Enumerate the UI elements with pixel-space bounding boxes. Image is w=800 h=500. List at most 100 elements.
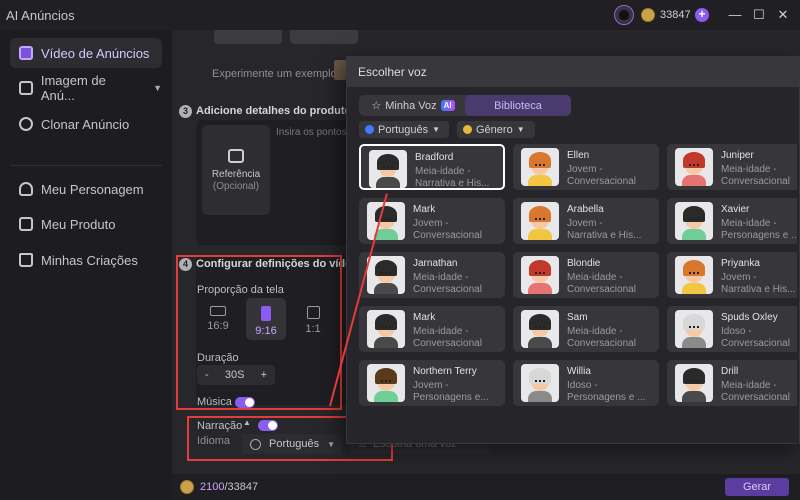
voice-card[interactable]: Juniper Meia-idade - Conversacional [667, 144, 800, 190]
credit-used: 2100 [200, 481, 225, 493]
chevron-down-icon: ▼ [432, 125, 441, 134]
tab-my-voice[interactable]: ☆ Minha Voz AI [363, 95, 463, 116]
caret-down-icon: ▼ [153, 83, 162, 93]
voice-meta: Jovem - Narrativa e His... [721, 272, 796, 295]
voice-avatar [675, 256, 713, 294]
example-thumb-small[interactable] [334, 60, 346, 80]
add-credits-button[interactable]: + [695, 8, 709, 22]
globe-icon [365, 125, 374, 134]
voice-name: Mark [413, 204, 436, 215]
voice-meta: Meia-idade - Narrativa e His... [415, 166, 490, 189]
example-thumbnail[interactable] [290, 30, 358, 44]
maximize-icon[interactable]: ☐ [750, 6, 768, 24]
user-avatar[interactable] [614, 5, 634, 25]
coin-icon [180, 480, 194, 494]
voice-name: Sam [567, 312, 588, 323]
add-video-icon [228, 149, 244, 163]
voice-card[interactable]: Willia Idoso - Personagens e ... [513, 360, 659, 406]
bottom-bar [172, 474, 800, 500]
folder-icon [19, 253, 33, 267]
reference-upload[interactable]: Referência (Opcional) [202, 125, 270, 215]
sidebar-item-label: Clonar Anúncio [41, 116, 130, 132]
voice-card[interactable]: Bradford Meia-idade - Narrativa e His... [359, 144, 505, 190]
voice-name: Northern Terry [413, 366, 477, 377]
sidebar: Vídeo de Anúncios Imagem de Anú... ▼ Clo… [0, 30, 172, 500]
sidebar-item-my-creations[interactable]: Minhas Criações [10, 245, 162, 275]
voice-name: Ellen [567, 150, 590, 161]
voice-card[interactable]: Northern Terry Jovem - Personagens e... [359, 360, 505, 406]
close-icon[interactable]: ✕ [774, 6, 792, 24]
sidebar-item-clone-ad[interactable]: Clonar Anúncio [10, 109, 162, 139]
sidebar-item-label: Meu Personagem [41, 181, 144, 197]
voice-name: Jarnathan [413, 258, 458, 269]
sidebar-divider [10, 165, 162, 166]
voice-avatar [675, 310, 713, 348]
voice-meta: Meia-idade - Conversacional [567, 326, 636, 349]
sidebar-item-my-character[interactable]: Meu Personagem [10, 174, 162, 204]
voice-meta: Jovem - Personagens e... [413, 380, 489, 403]
voice-card[interactable]: Blondie Meia-idade - Conversacional [513, 252, 659, 298]
voice-avatar [369, 150, 407, 188]
voice-name: Mark [413, 312, 436, 323]
voice-card[interactable]: Sam Meia-idade - Conversacional [513, 306, 659, 352]
voice-card[interactable]: Drill Meia-idade - Conversacional [667, 360, 800, 406]
voice-name: Xavier [721, 204, 750, 215]
minimize-icon[interactable]: — [726, 6, 744, 24]
voice-avatar [367, 364, 405, 402]
voice-card[interactable]: Mark Jovem - Conversacional [359, 198, 505, 244]
voice-meta: Meia-idade - Personagens e ... [721, 218, 800, 241]
voice-avatar [367, 310, 405, 348]
sidebar-item-label: Minhas Criações [41, 252, 138, 268]
clone-icon [19, 117, 33, 131]
voice-card[interactable]: Xavier Meia-idade - Personagens e ... [667, 198, 800, 244]
sidebar-item-label: Vídeo de Anúncios [41, 45, 150, 61]
voice-tabs: ☆ Minha Voz AI Biblioteca [359, 95, 571, 116]
voice-name: Priyanka [721, 258, 760, 269]
tab-library[interactable]: Biblioteca [465, 95, 571, 116]
voice-card[interactable]: Spuds Oxley Idoso - Conversacional [667, 306, 800, 352]
gender-icon [463, 125, 472, 134]
voice-card[interactable]: Mark Meia-idade - Conversacional [359, 306, 505, 352]
sidebar-item-video-ads[interactable]: Vídeo de Anúncios [10, 38, 162, 68]
voice-avatar [521, 202, 559, 240]
voice-name: Blondie [567, 258, 601, 269]
gender-filter[interactable]: Gênero ▼ [457, 121, 535, 138]
voice-card[interactable]: Ellen Jovem - Conversacional [513, 144, 659, 190]
example-thumbnail[interactable] [214, 30, 282, 44]
app-title: AI Anúncios [6, 8, 75, 23]
voice-meta: Meia-idade - Conversacional [721, 380, 790, 403]
video-bag-icon [19, 46, 33, 60]
ai-badge: AI [440, 100, 455, 111]
chevron-down-icon: ▼ [516, 125, 525, 134]
voice-avatar [521, 310, 559, 348]
voice-name: Drill [721, 366, 739, 377]
voice-name: Bradford [415, 152, 454, 163]
voice-meta: Meia-idade - Conversacional [413, 272, 482, 295]
voice-avatar [675, 148, 713, 186]
example-hint: Experimente um exemplo: [212, 68, 340, 80]
voice-avatar [675, 364, 713, 402]
generate-button[interactable]: Gerar [725, 478, 789, 496]
voice-card[interactable]: Jarnathan Meia-idade - Conversacional [359, 252, 505, 298]
product-icon [19, 217, 33, 231]
coin-icon [641, 8, 655, 22]
sidebar-item-label: Imagem de Anú... [40, 73, 106, 103]
title-bar: AI Anúncios 33847 + — ☐ ✕ [0, 0, 800, 30]
sidebar-item-my-product[interactable]: Meu Produto [10, 209, 162, 239]
step-number: 3 [179, 105, 192, 118]
voice-card[interactable]: Priyanka Jovem - Narrativa e His... [667, 252, 800, 298]
language-filter[interactable]: Português ▼ [359, 121, 449, 138]
sidebar-item-image-ads[interactable]: Imagem de Anú... ▼ [10, 73, 162, 103]
voice-card[interactable]: Arabella Jovem - Narrativa e His... [513, 198, 659, 244]
voice-avatar [367, 256, 405, 294]
step3-title: 3 Adicione detalhes do produto e [179, 105, 360, 118]
voice-dialog: Escolher voz ☆ Minha Voz AI Biblioteca P… [346, 56, 800, 445]
sidebar-item-label: Meu Produto [41, 216, 116, 232]
credit-total: /33847 [224, 481, 259, 493]
voice-avatar [675, 202, 713, 240]
voice-meta: Meia-idade - Conversacional [721, 164, 790, 187]
voice-meta: Jovem - Conversacional [413, 218, 482, 241]
details-input[interactable]: Insira os pontos [276, 127, 347, 138]
image-icon [19, 81, 33, 95]
credit-usage: 2100/33847 [180, 480, 258, 494]
